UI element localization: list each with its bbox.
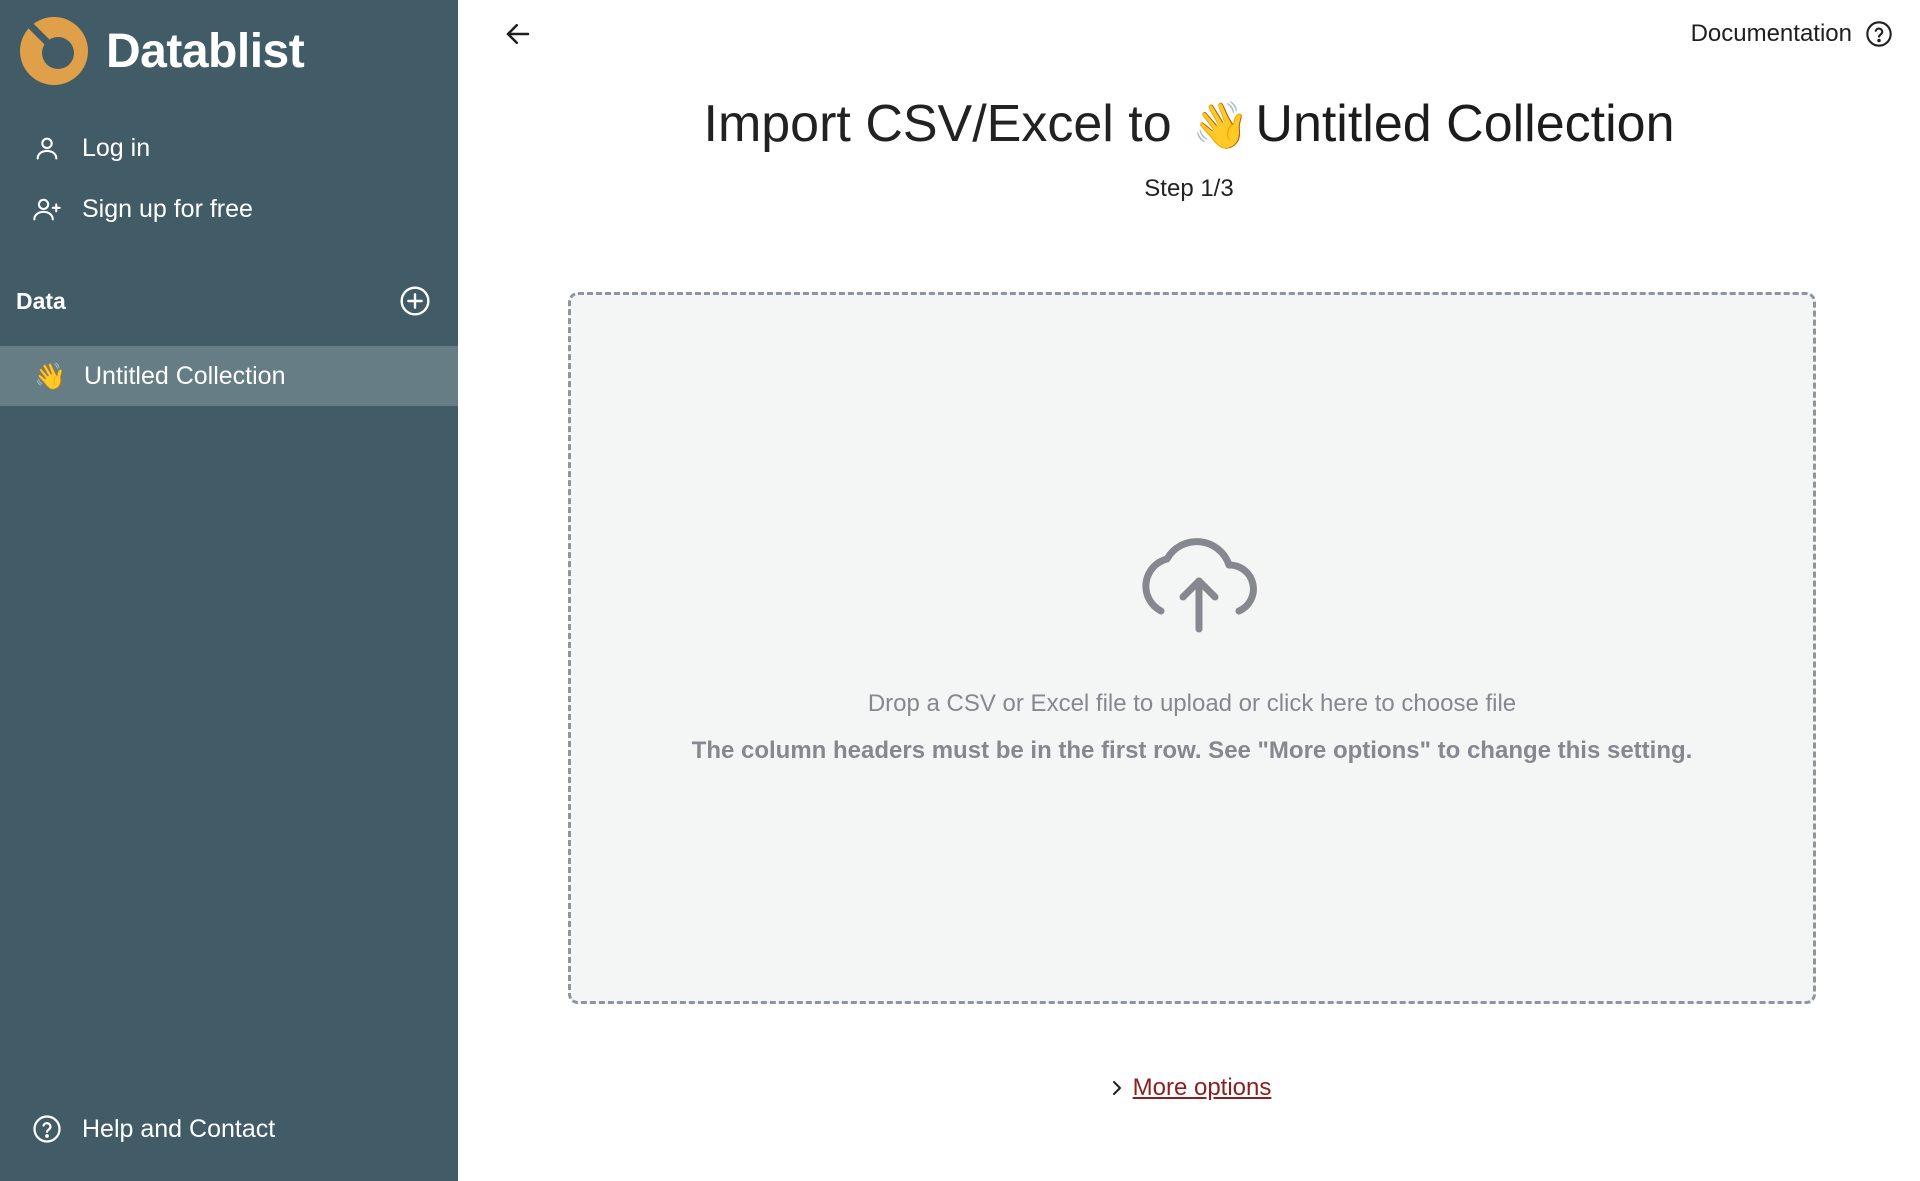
user-plus-icon <box>30 192 64 226</box>
page-title: Import CSV/Excel to 👋 Untitled Collection <box>458 94 1920 154</box>
waving-hand-icon: 👋 <box>1192 99 1250 151</box>
drop-instructions: Drop a CSV or Excel file to upload or cl… <box>867 690 1517 717</box>
login-link[interactable]: Log in <box>30 126 150 170</box>
back-button[interactable] <box>496 14 540 54</box>
documentation-label: Documentation <box>1690 20 1852 47</box>
user-icon <box>30 131 64 165</box>
file-dropzone[interactable]: Drop a CSV or Excel file to upload or cl… <box>568 292 1816 1004</box>
help-contact-link[interactable]: Help and Contact <box>30 1107 275 1151</box>
sidebar-item-collection[interactable]: 👋 Untitled Collection <box>0 346 458 406</box>
title-prefix: Import CSV/Excel to <box>703 95 1172 153</box>
signup-label: Sign up for free <box>82 194 253 223</box>
arrow-left-icon <box>506 24 530 44</box>
help-circle-icon <box>30 1112 64 1146</box>
help-circle-icon <box>1864 19 1894 49</box>
sidebar: Datablist Log in Sign up for free Data 👋… <box>0 0 458 1181</box>
brand[interactable]: Datablist <box>18 14 305 88</box>
main-content: Documentation Import CSV/Excel to 👋 Untit… <box>458 0 1920 1181</box>
chevron-right-icon <box>1107 1076 1127 1100</box>
add-collection-button[interactable] <box>398 284 432 318</box>
help-label: Help and Contact <box>82 1114 276 1143</box>
login-label: Log in <box>82 133 151 162</box>
cloud-upload-icon <box>1142 538 1257 633</box>
waving-hand-icon: 👋 <box>34 360 67 391</box>
drop-note: The column headers must be in the first … <box>691 737 1693 764</box>
signup-link[interactable]: Sign up for free <box>30 187 253 231</box>
data-section-label: Data <box>16 287 66 314</box>
more-options-link[interactable]: More options <box>1133 1074 1272 1102</box>
title-collection-name: Untitled Collection <box>1255 95 1675 153</box>
datablist-logo-icon <box>20 17 88 85</box>
plus-circle-icon <box>400 286 430 316</box>
more-options-toggle[interactable]: More options <box>458 1074 1920 1102</box>
documentation-link[interactable]: Documentation <box>1691 14 1894 54</box>
app-root: Datablist Log in Sign up for free Data 👋… <box>0 0 1920 1181</box>
collection-label: Untitled Collection <box>84 361 286 390</box>
data-section-header: Data <box>16 281 432 321</box>
step-indicator: Step 1/3 <box>1144 175 1234 202</box>
brand-name: Datablist <box>106 24 305 78</box>
